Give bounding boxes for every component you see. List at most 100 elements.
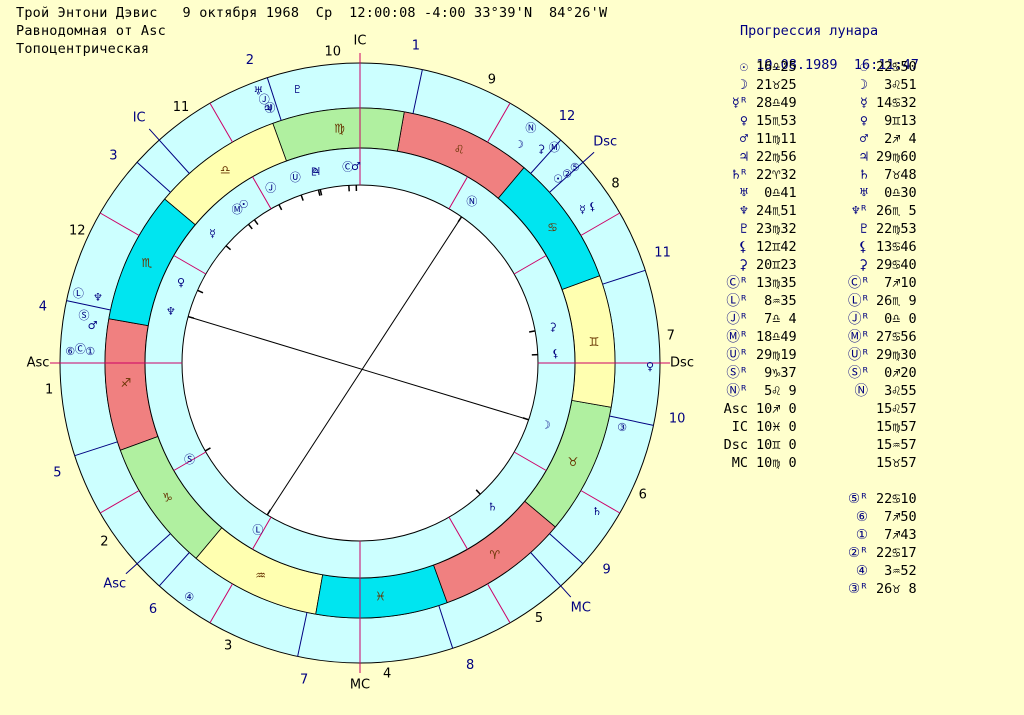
natal-glyph: ♄ᴿ	[731, 167, 748, 183]
natal-position: 28♎49	[756, 95, 797, 111]
natal-glyph: ♅	[739, 185, 748, 201]
prog-planet-glyph: ⚳	[537, 142, 545, 155]
prog-position: 9♊13	[876, 113, 917, 129]
prog-position: 13♋46	[876, 239, 917, 255]
prog-planet-glyph: ♄	[592, 505, 602, 518]
natal-glyph: MC	[731, 455, 748, 471]
zodiac-sign-glyph: ♉	[568, 455, 579, 469]
natal-position: 18♎49	[756, 329, 797, 345]
zodiac-sign-glyph: ♌	[454, 143, 465, 157]
natal-position: 10♐ 0	[756, 401, 797, 417]
natal-position: 23♍32	[756, 221, 797, 237]
natal-glyph: Ⓜᴿ	[726, 329, 748, 345]
natal-glyph: ⚳	[738, 257, 748, 273]
prog-row: ②ᴿ 22♋17	[848, 544, 917, 562]
prog-row: ① 7♐43	[848, 526, 917, 544]
natal-house-number: 4	[383, 666, 391, 681]
prog-glyph: Ⓜᴿ	[848, 329, 870, 345]
natal-planet-glyph: ☿	[209, 227, 216, 240]
natal-wheel-chart: ♐♑♒♓♈♉♊♋♌♍♎♏AscMCDscICAscMCDscIC12345678…	[27, 34, 694, 693]
natal-glyph: ☉	[739, 59, 748, 75]
prog-row: Ⓙᴿ 0♎ 0	[848, 310, 917, 328]
prog-row: Ⓢᴿ 0♐20	[848, 364, 917, 382]
natal-house-number: 9	[488, 73, 496, 88]
prog-planet-glyph: Ⓜ	[549, 141, 560, 154]
prog-position: 22♍53	[876, 221, 917, 237]
prog-row: ⑥ 7♐50	[848, 508, 917, 526]
natal-planet-glyph: ♆	[166, 305, 176, 318]
natal-row: Ⓝᴿ 5♌ 9	[716, 382, 796, 400]
prog-glyph: ☉	[859, 59, 868, 75]
natal-row: ♇ 23♍32	[716, 220, 797, 238]
prog-planet-glyph: Ⓛ	[73, 287, 84, 300]
prog-house-number: 2	[246, 53, 254, 68]
prog-position: 26♏ 9	[876, 293, 917, 309]
prog-row: ♀ 9♊13	[848, 112, 917, 130]
prog-glyph: ♂	[859, 131, 868, 147]
natal-position: 20♊23	[756, 257, 797, 273]
prog-planet-glyph: ⑤	[570, 161, 580, 174]
prog-planet-glyph: ④	[184, 590, 194, 603]
prog-row: ☽ 3♌51	[848, 76, 917, 94]
natal-glyph: ☿ᴿ	[731, 95, 748, 111]
prog-position: 22♋10	[876, 491, 917, 507]
prog-row: ⑤ᴿ 22♋10	[848, 490, 917, 508]
prog-position: 15♌57	[876, 401, 917, 417]
natal-row: Ⓤᴿ 29♍19	[716, 346, 796, 364]
prog-row: 15♍57	[848, 418, 917, 436]
prog-row: ☿ 14♋32	[848, 94, 917, 112]
natal-glyph: ♂	[739, 131, 748, 147]
natal-row: IC 10♓ 0	[716, 418, 797, 436]
natal-position: 0♎41	[756, 185, 797, 201]
natal-house-number: 1	[45, 383, 53, 398]
natal-row: MC 10♍ 0	[716, 454, 797, 472]
prog-glyph: ⑥	[855, 509, 868, 525]
natal-position: 12♊42	[756, 239, 797, 255]
zodiac-sign-glyph: ♏	[142, 256, 153, 270]
prog-row: ③ᴿ 26♉ 8	[848, 580, 917, 598]
prog-position: 7♐50	[876, 509, 917, 525]
prog-planet-glyph: ♀	[646, 360, 654, 373]
prog-row: ♄ 7♉48	[848, 166, 917, 184]
natal-row: Ⓒᴿ 13♍35	[716, 274, 796, 292]
natal-glyph: Asc	[723, 401, 748, 417]
prog-row: 15♒57	[848, 436, 917, 454]
natal-glyph: Ⓙᴿ	[726, 311, 748, 327]
prog-angle-label-asc: Asc	[103, 576, 126, 591]
prog-house-number: 4	[39, 300, 47, 315]
natal-house-number: 11	[173, 100, 190, 115]
prog-glyph: Ⓤᴿ	[848, 347, 870, 363]
prog-glyph: ②ᴿ	[848, 545, 869, 561]
zodiac-sign-glyph: ♍	[334, 121, 345, 135]
natal-glyph: Ⓛᴿ	[726, 293, 748, 309]
prog-row: Ⓤᴿ 29♍30	[848, 346, 917, 364]
prog-row: ⚳ 29♋40	[848, 256, 917, 274]
prog-house-number: 3	[109, 149, 117, 164]
prog-position: 15♉57	[876, 455, 917, 471]
natal-row: ☽ 21♉25	[716, 76, 797, 94]
prog-glyph: ④	[855, 563, 868, 579]
angle-label-dsc: Dsc	[670, 356, 694, 371]
zodiac-sign-glyph: ♒	[255, 568, 266, 582]
natal-planet-glyph: ♂	[351, 160, 361, 173]
prog-glyph: ♀	[859, 113, 868, 129]
angle-label-mc: MC	[350, 678, 370, 693]
natal-planet-glyph: ☽	[541, 419, 551, 432]
prog-glyph: ♄	[859, 167, 868, 183]
natal-planet-glyph: Ⓤ	[290, 171, 301, 184]
prog-house-number: 12	[559, 109, 576, 124]
prog-house-number: 7	[300, 673, 308, 688]
prog-row: ♇ 22♍53	[848, 220, 917, 238]
natal-glyph: Ⓢᴿ	[726, 365, 748, 381]
prog-row: Ⓜᴿ 27♋56	[848, 328, 917, 346]
prog-position: 0♐20	[876, 365, 917, 381]
natal-position: 22♈32	[756, 167, 797, 183]
natal-house-number: 5	[535, 611, 543, 626]
natal-house-number: 10	[325, 45, 342, 60]
natal-positions-table: ☉ 16♎25 ☽ 21♉25 ☿ᴿ 28♎49 ♀ 15♏53 ♂ 11♍11 ♃ 22♍56 ♄ᴿ 2…	[716, 58, 834, 478]
prog-position: 14♋32	[876, 95, 917, 111]
prog-house-number: 9	[603, 562, 611, 577]
prog-position: 7♐10	[876, 275, 917, 291]
natal-row: ♀ 15♏53	[716, 112, 797, 130]
natal-row: ☿ᴿ 28♎49	[716, 94, 797, 112]
